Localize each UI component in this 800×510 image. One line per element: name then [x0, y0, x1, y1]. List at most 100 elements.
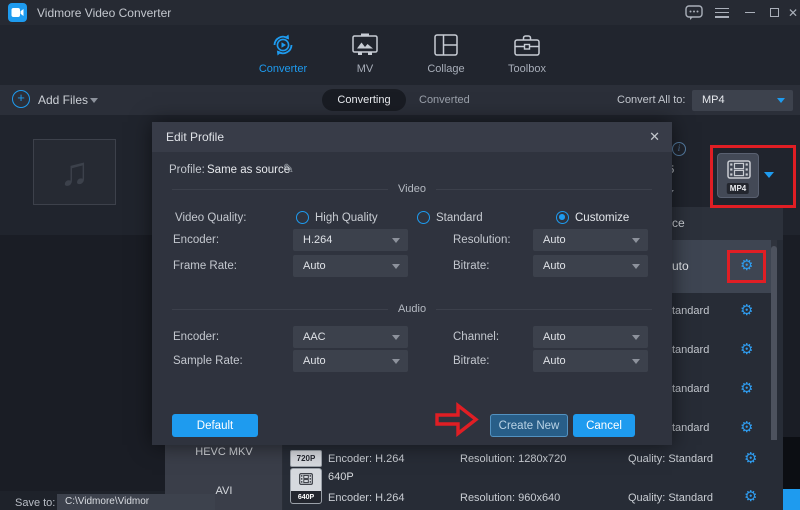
dialog-title: Edit Profile: [166, 130, 224, 144]
gear-icon[interactable]: ⚙: [744, 451, 757, 466]
preset-row-text: tandard: [672, 383, 709, 395]
audio-bitrate-value: Auto: [543, 355, 566, 367]
preset-encoder: Encoder: H.264: [328, 453, 404, 465]
chevron-down-icon: [777, 98, 785, 103]
window-title: Vidmore Video Converter: [37, 6, 171, 20]
preset-encoder: Encoder: H.264: [328, 492, 404, 504]
encoder-value: H.264: [303, 234, 332, 246]
gear-icon[interactable]: ⚙: [740, 420, 753, 435]
file-thumbnail[interactable]: ♫: [33, 139, 116, 205]
radio-customize-label[interactable]: Customize: [575, 212, 629, 224]
film-icon: [299, 473, 313, 485]
tab-toolbox-label: Toolbox: [495, 63, 559, 75]
mv-icon: [333, 31, 397, 59]
gear-icon[interactable]: ⚙: [740, 303, 753, 318]
resolution-badge-720p: 720P: [290, 450, 322, 467]
tab-collage-label: Collage: [414, 63, 478, 75]
video-section-divider: Video: [172, 182, 652, 196]
preset-row-text: tandard: [672, 305, 709, 317]
channel-dropdown[interactable]: Auto: [533, 326, 648, 348]
add-files-button[interactable]: Add Files: [38, 93, 88, 107]
minimize-icon[interactable]: [738, 0, 762, 25]
annotation-arrow: [433, 401, 480, 438]
app-logo-icon: [8, 3, 27, 22]
resolution-value: Auto: [543, 234, 566, 246]
video-quality-label: Video Quality:: [175, 212, 246, 224]
video-bitrate-dropdown[interactable]: Auto: [533, 255, 648, 277]
add-files-icon[interactable]: +: [12, 90, 30, 108]
chevron-down-icon: [392, 238, 400, 243]
create-new-button[interactable]: Create New: [490, 414, 568, 437]
chevron-down-icon: [632, 359, 640, 364]
channel-label: Channel:: [453, 331, 499, 343]
tab-converting[interactable]: Converting: [322, 89, 406, 111]
sample-rate-dropdown[interactable]: Auto: [293, 350, 408, 372]
tab-converter-label: Converter: [251, 63, 315, 75]
convert-all-button-corner[interactable]: [783, 489, 800, 510]
preset-quality: Quality: Standard: [628, 492, 713, 504]
gear-icon[interactable]: ⚙: [740, 342, 753, 357]
nav-bar: Converter MV Collage Toolbox: [0, 25, 800, 85]
badge-label: 640P: [291, 491, 321, 503]
collage-icon: [414, 31, 478, 59]
annotation-box-gear: [727, 250, 766, 283]
edit-profile-dialog: Edit Profile ✕ Profile: Same as source ✎…: [152, 122, 672, 445]
menu-icon[interactable]: [710, 0, 734, 25]
format-name-hevc-mkv[interactable]: HEVC MKV: [165, 446, 283, 458]
tab-mv-label: MV: [333, 63, 397, 75]
default-button[interactable]: Default: [172, 414, 258, 437]
annotation-box-format-button: [710, 145, 796, 208]
frame-rate-dropdown[interactable]: Auto: [293, 255, 408, 277]
gear-icon[interactable]: ⚙: [740, 381, 753, 396]
close-icon[interactable]: ✕: [649, 129, 660, 145]
chevron-down-icon[interactable]: [90, 98, 98, 103]
maximize-icon[interactable]: [762, 0, 786, 25]
preset-row-text: ce: [672, 216, 685, 230]
scrollbar-thumb[interactable]: [771, 246, 777, 458]
frame-rate-label: Frame Rate:: [173, 260, 237, 272]
preset-quality: Quality: Standard: [628, 453, 713, 465]
audio-encoder-label: Encoder:: [173, 331, 219, 343]
resolution-dropdown[interactable]: Auto: [533, 229, 648, 251]
app-window: Vidmore Video Converter ✕ Converter MV: [0, 0, 800, 510]
radio-standard-label[interactable]: Standard: [436, 212, 483, 224]
sample-rate-value: Auto: [303, 355, 326, 367]
profile-label: Profile:: [169, 164, 205, 176]
tab-converter[interactable]: Converter: [251, 31, 315, 75]
preset-row-text: tandard: [672, 344, 709, 356]
gear-icon[interactable]: ⚙: [744, 489, 757, 504]
info-icon[interactable]: i: [672, 142, 686, 156]
edit-pencil-icon[interactable]: ✎: [283, 161, 294, 177]
convert-all-label: Convert All to:: [617, 94, 685, 106]
radio-high-quality-label[interactable]: High Quality: [315, 212, 378, 224]
radio-high-quality[interactable]: [296, 211, 309, 224]
radio-standard[interactable]: [417, 211, 430, 224]
resolution-label: Resolution:: [453, 234, 511, 246]
radio-customize[interactable]: [556, 211, 569, 224]
audio-bitrate-dropdown[interactable]: Auto: [533, 350, 648, 372]
audio-bitrate-label: Bitrate:: [453, 355, 489, 367]
chevron-down-icon: [392, 264, 400, 269]
convert-all-value: MP4: [702, 94, 725, 106]
tab-collage[interactable]: Collage: [414, 31, 478, 75]
feedback-icon[interactable]: [682, 0, 706, 25]
chevron-down-icon: [632, 238, 640, 243]
toolbox-icon: [495, 31, 559, 59]
format-preset-panel: HEVC MKV AVI 720P 640P Encoder: H.264 Re…: [165, 440, 783, 510]
close-icon[interactable]: ✕: [786, 0, 800, 25]
preset-resolution: Resolution: 960x640: [460, 492, 560, 504]
chevron-down-icon: [632, 335, 640, 340]
chevron-down-icon: [392, 359, 400, 364]
video-section-label: Video: [388, 183, 436, 195]
convert-all-dropdown[interactable]: MP4: [692, 90, 793, 111]
encoder-dropdown[interactable]: H.264: [293, 229, 408, 251]
cancel-button[interactable]: Cancel: [573, 414, 635, 437]
resolution-badge-640p: 640P: [290, 468, 322, 504]
save-to-label: Save to:: [15, 497, 55, 509]
tab-toolbox[interactable]: Toolbox: [495, 31, 559, 75]
tab-mv[interactable]: MV: [333, 31, 397, 75]
audio-encoder-dropdown[interactable]: AAC: [293, 326, 408, 348]
music-note-icon: ♫: [60, 152, 90, 192]
tab-converted[interactable]: Converted: [419, 94, 470, 106]
save-path-field[interactable]: C:\Vidmore\Vidmor: [57, 494, 215, 510]
